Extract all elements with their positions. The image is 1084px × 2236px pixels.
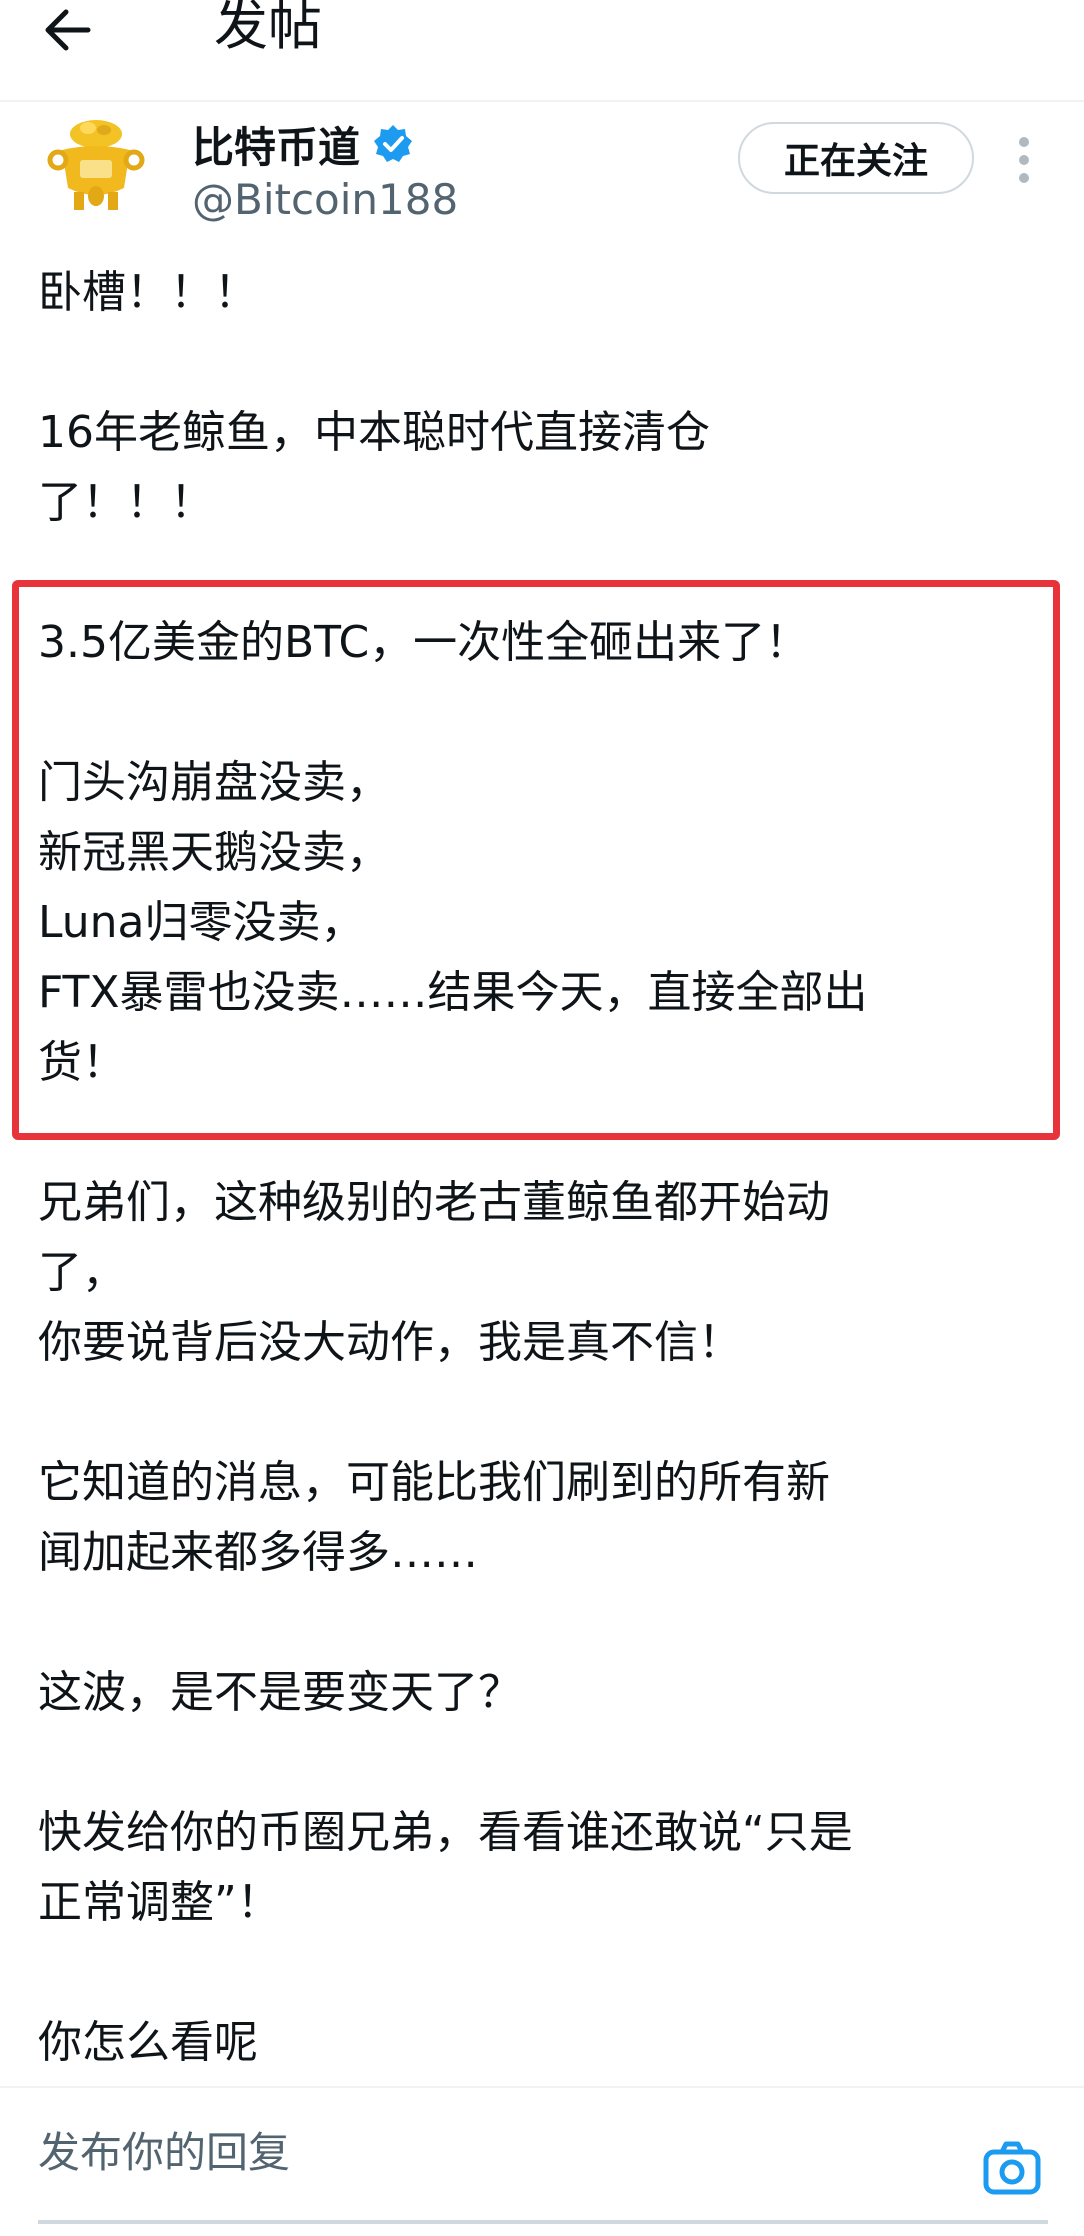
post-text-line: 新冠黑天鹅没卖， — [38, 827, 390, 878]
reply-input[interactable] — [38, 2128, 938, 2177]
post-paragraph: 16年老鲸鱼，中本聪时代直接清仓 了！！！ — [38, 398, 1048, 538]
post-text-line: 你要说背后没大动作，我是真不信！ — [38, 1317, 742, 1368]
reply-bar — [0, 2086, 1084, 2236]
camera-button[interactable] — [982, 2138, 1042, 2198]
post-text-line: 16年老鲸鱼，中本聪时代直接清仓 — [38, 407, 710, 458]
post-text-line: 门头沟崩盘没卖， — [38, 757, 390, 808]
post-paragraph: 3.5亿美金的BTC，一次性全砸出来了！ — [38, 608, 1048, 678]
back-button[interactable] — [44, 0, 124, 60]
top-bar: 发帖 — [0, 0, 1084, 102]
display-name[interactable]: 比特币道 — [192, 114, 360, 175]
more-options-button[interactable] — [1010, 136, 1038, 184]
post-text-line: FTX暴雷也没卖……结果今天，直接全部出 — [38, 967, 868, 1018]
post-text-line: 了， — [38, 1247, 126, 1298]
post-text-line: 卧槽！！！ — [38, 267, 258, 318]
post-text-line: 快发给你的币圈兄弟，看看谁还敢说“只是 — [38, 1807, 853, 1858]
avatar[interactable] — [40, 110, 152, 222]
post-text-line: 闻加起来都多得多…… — [38, 1527, 478, 1578]
following-button[interactable]: 正在关注 — [738, 122, 974, 194]
post-text-line: 了！！！ — [38, 477, 214, 528]
post-paragraph: 它知道的消息，可能比我们刷到的所有新 闻加起来都多得多…… — [38, 1448, 1048, 1588]
input-underline — [38, 2220, 1048, 2224]
post-paragraph: 卧槽！！！ — [38, 258, 1048, 328]
golden-censer-avatar-icon — [47, 120, 145, 210]
post-paragraph: 这波，是不是要变天了？ — [38, 1658, 1048, 1728]
display-name-row: 比特币道 — [192, 114, 414, 174]
post-paragraph: 你怎么看呢 — [38, 2008, 1048, 2078]
post-text-line: Luna归零没卖， — [38, 897, 365, 948]
back-arrow-icon — [45, 9, 91, 51]
post-text-line: 你怎么看呢 — [38, 2017, 258, 2068]
post-text-line: 正常调整”！ — [38, 1877, 281, 1928]
post-page: 发帖 比特币道 @Bitcoin188 正在关注 卧槽！！！ 16年老鲸鱼，中本… — [0, 0, 1084, 2236]
verified-badge-icon — [372, 123, 414, 165]
author-header: 比特币道 @Bitcoin188 正在关注 — [0, 110, 1084, 230]
page-title: 发帖 — [214, 0, 322, 57]
camera-icon — [983, 2141, 1041, 2195]
post-paragraph: 兄弟们，这种级别的老古董鲸鱼都开始动 了， 你要说背后没大动作，我是真不信！ — [38, 1168, 1048, 1378]
post-text-line: 3.5亿美金的BTC，一次性全砸出来了！ — [38, 617, 810, 668]
post-text-line: 兄弟们，这种级别的老古董鲸鱼都开始动 — [38, 1177, 830, 1228]
post-paragraph: 快发给你的币圈兄弟，看看谁还敢说“只是 正常调整”！ — [38, 1798, 1048, 1938]
user-handle[interactable]: @Bitcoin188 — [192, 172, 458, 228]
post-text-line: 货！ — [38, 1037, 126, 1088]
more-vertical-icon — [1019, 137, 1029, 183]
post-text-line: 它知道的消息，可能比我们刷到的所有新 — [38, 1457, 830, 1508]
post-content: 卧槽！！！ 16年老鲸鱼，中本聪时代直接清仓 了！！！ 3.5亿美金的BTC，一… — [38, 258, 1048, 2148]
post-paragraph: 门头沟崩盘没卖， 新冠黑天鹅没卖， Luna归零没卖， FTX暴雷也没卖……结果… — [38, 748, 1048, 1098]
post-text-line: 这波，是不是要变天了？ — [38, 1667, 522, 1718]
